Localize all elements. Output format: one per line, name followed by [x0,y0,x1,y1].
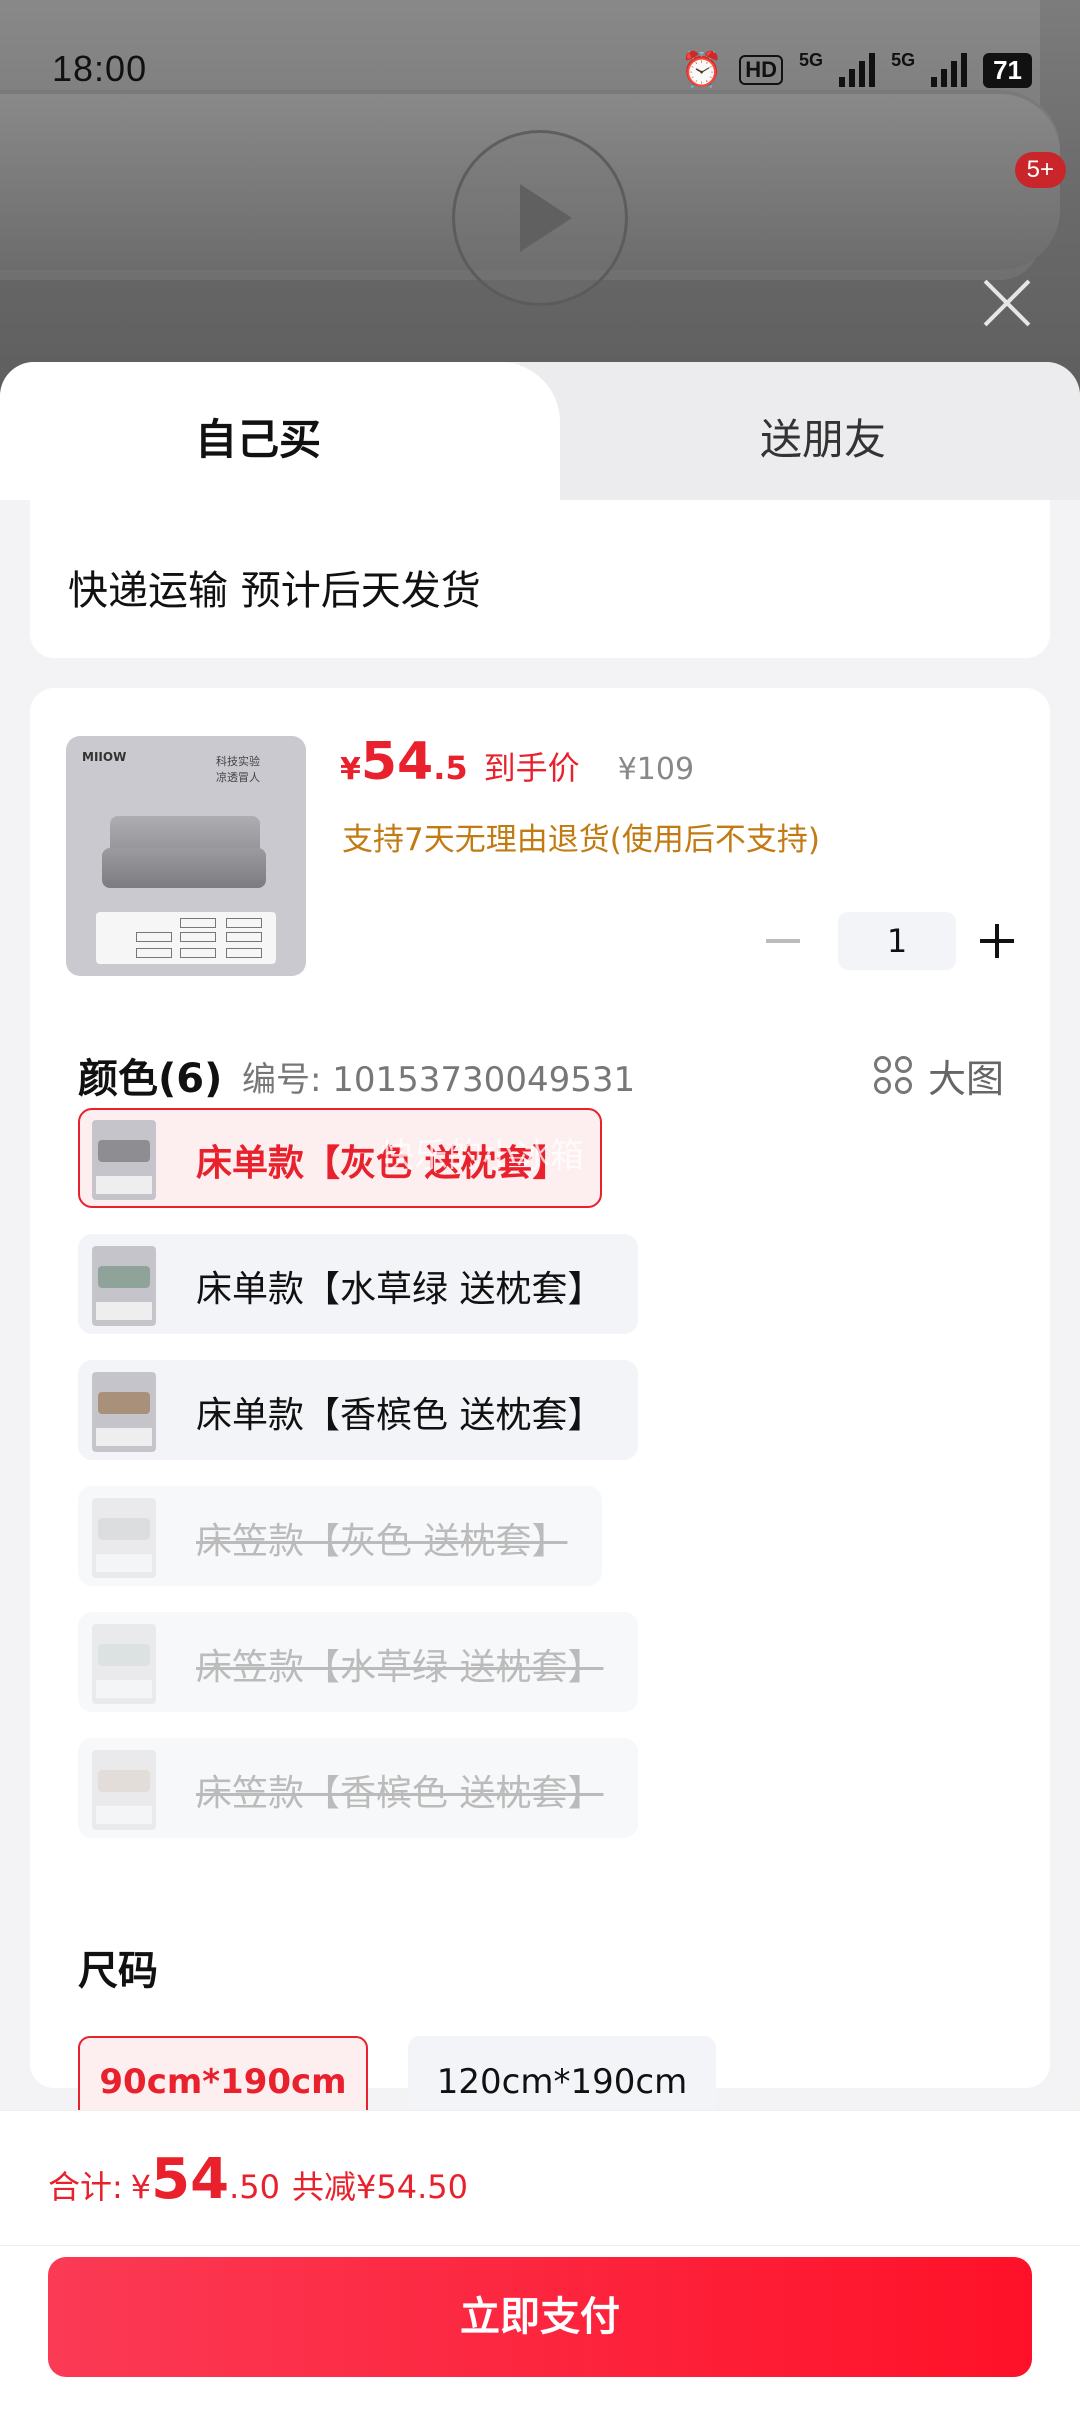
thumb-headline-1: 科技实验 [216,755,260,768]
thumb-size-table [96,912,276,964]
tab-send-friend[interactable]: 送朋友 [760,406,886,467]
screen: 18:00 ⏰ HD 5G 5G 71 5+ 自己买 送朋友 快递运输 预计后天… [0,0,1080,2412]
color-option: 床笠款【香槟色 送枕套】 [78,1738,638,1838]
purchase-sheet: 自己买 送朋友 快递运输 预计后天发货 MIIOW 科技实验 凉透冒人 ¥ 54… [0,362,1080,2412]
thumb-table [96,1554,152,1572]
size-section-title: 尺码 [78,1948,158,1994]
thumb-headline: 科技实验 凉透冒人 [216,754,260,786]
play-icon [520,184,572,252]
color-option-thumbnail [92,1120,156,1200]
watermark-text: 快乐的小冰箱 [380,1136,584,1176]
status-icons: ⏰ HD 5G 5G 71 [681,50,1032,90]
color-swatch [98,1770,150,1792]
color-swatch [98,1392,150,1414]
total-price: 合计: ¥ 54 .50 共减¥54.50 [48,2147,468,2212]
plus-icon[interactable] [980,924,1014,958]
color-option[interactable]: 床单款【香槟色 送枕套】 [78,1360,638,1460]
shipping-card: 快递运输 预计后天发货 [30,500,1050,658]
brand-logo: MIIOW [82,750,127,764]
color-option-thumbnail [92,1498,156,1578]
price-integer: 54 [360,732,434,792]
price-tag: 到手价 [483,749,580,787]
color-option-label: 床笠款【香槟色 送枕套】 [196,1773,604,1814]
thumb-table [96,1428,152,1446]
color-option-thumbnail [92,1750,156,1830]
checkout-bar: 合计: ¥ 54 .50 共减¥54.50 立即支付 [0,2110,1080,2412]
signal-icon-1 [839,53,876,87]
original-price: ¥109 [617,752,695,787]
tab-self-buy[interactable]: 自己买 [195,406,321,467]
minus-icon[interactable] [766,939,800,943]
big-image-button[interactable]: 大图 [873,1048,1004,1103]
total-decimal: .50 [229,2168,280,2206]
network-label-2: 5G [891,50,916,70]
price-symbol: ¥ [340,752,361,787]
color-option-thumbnail [92,1246,156,1326]
quantity-field[interactable]: 1 [838,912,956,970]
total-symbol: ¥ [130,2168,152,2206]
color-section-title: 颜色(6) [78,1056,223,1102]
divider [0,2245,1080,2246]
color-option-thumbnail [92,1624,156,1704]
color-option: 床笠款【灰色 送枕套】 [78,1486,602,1586]
thumb-table [96,1302,152,1320]
color-option-label: 床单款【香槟色 送枕套】 [196,1395,604,1436]
final-price: ¥ 54 .5 到手价 ¥109 [340,732,694,792]
color-option[interactable]: 床单款【水草绿 送枕套】 [78,1234,638,1334]
color-option-label: 床单款【水草绿 送枕套】 [196,1269,604,1310]
quantity-stepper: 1 [766,912,1014,970]
network-label-1: 5G [799,50,824,70]
product-video-background[interactable]: 18:00 ⏰ HD 5G 5G 71 5+ [0,0,1080,400]
shipping-info: 快递运输 预计后天发货 [68,568,481,614]
product-options-card: MIIOW 科技实验 凉透冒人 ¥ 54 .5 到手价 ¥109 支持7天无理由… [30,688,1050,2128]
close-icon[interactable] [980,276,1034,330]
color-swatch [98,1140,150,1162]
thumb-table [96,1176,152,1194]
product-code: 编号: 10153730049531 [242,1060,636,1100]
color-option-label: 床笠款【灰色 送枕套】 [196,1521,568,1562]
thumb-headline-2: 凉透冒人 [216,771,260,784]
return-policy: 支持7天无理由退货(使用后不支持) [342,822,820,858]
purchase-tabs: 自己买 送朋友 [0,362,1080,500]
status-time: 18:00 [52,48,148,89]
battery-icon: 71 [983,52,1032,88]
thumb-table [96,1680,152,1698]
color-swatch [98,1518,150,1540]
color-swatch [98,1644,150,1666]
thumb-sheet-bottom [102,848,266,888]
saving-text: 共减¥54.50 [291,2168,468,2206]
color-option-thumbnail [92,1372,156,1452]
thumb-table [96,1806,152,1824]
total-label: 合计: [48,2168,123,2206]
color-option: 床笠款【水草绿 送枕套】 [78,1612,638,1712]
color-swatch [98,1266,150,1288]
color-option-label: 床笠款【水草绿 送枕套】 [196,1647,604,1688]
price-decimal: .5 [433,749,468,787]
total-integer: 54 [151,2147,230,2212]
alarm-icon: ⏰ [680,51,724,89]
hd-icon: HD [739,55,784,85]
signal-icon-2 [931,53,968,87]
big-image-label: 大图 [927,1057,1004,1101]
grid-icon [873,1055,914,1096]
notification-badge: 5+ [1014,152,1066,188]
pay-now-button[interactable]: 立即支付 [48,2257,1032,2377]
product-thumbnail[interactable]: MIIOW 科技实验 凉透冒人 [66,736,306,976]
